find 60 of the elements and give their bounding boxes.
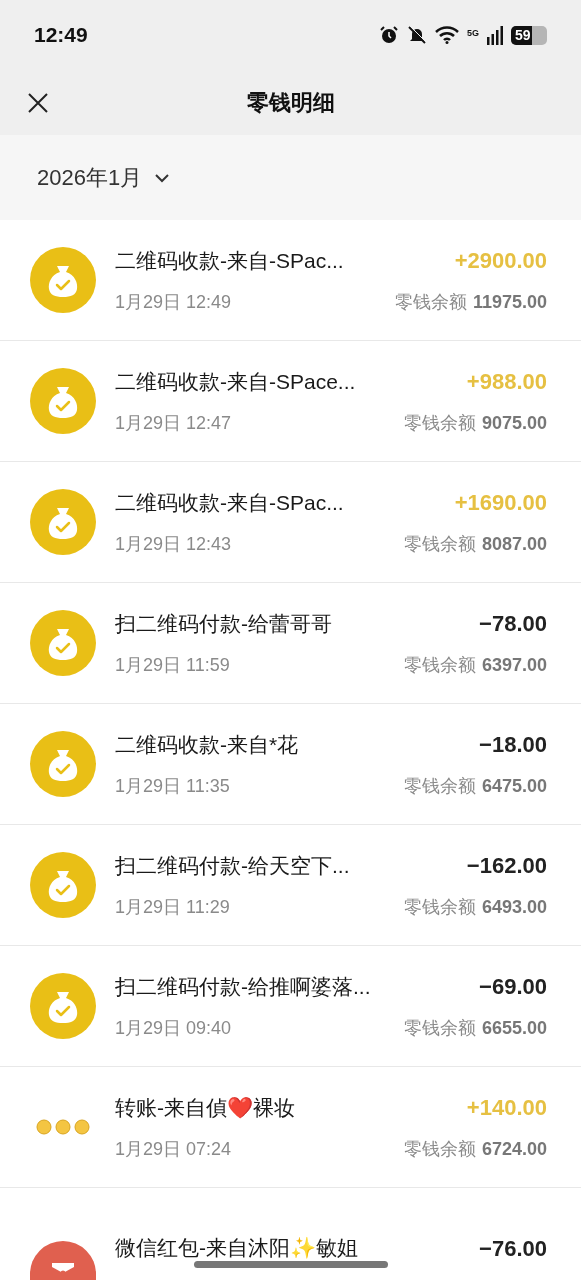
balance-label: 零钱余额 [403,1138,476,1161]
transaction-amount: −69.00 [479,973,547,1001]
battery-indicator: 59 [511,25,547,45]
month-dropdown[interactable]: 2026年1月 [37,161,171,194]
transaction-amount: +1690.00 [454,489,547,517]
transaction-time: 1月29日 12:49 [115,291,232,314]
transaction-time: 1月29日 11:35 [115,775,230,798]
close-icon [26,90,50,115]
muted-bell-icon [407,25,427,45]
transaction-time: 1月29日 11:29 [115,896,230,919]
balance-label: 零钱余额 [403,533,476,556]
chevron-down-icon [154,172,171,183]
transaction-time: 1月29日 12:43 [115,533,232,556]
transaction-amount: −18.00 [479,731,547,759]
transaction-title: 二维码收款-来自-SPace... [115,368,356,395]
transaction-time: 1月29日 12:47 [115,412,232,435]
wifi-icon [435,26,459,44]
transaction-amount: +140.00 [466,1094,547,1122]
transaction-title: 扫二维码付款-给蕾哥哥 [115,610,332,637]
balance-label: 零钱余额 [403,1017,476,1040]
signal-icon [487,25,503,45]
transaction-title: 扫二维码付款-给推啊婆落... [115,973,371,1000]
balance-label: 零钱余额 [403,896,476,919]
balance-value: 6493.00 [481,896,547,919]
balance-label: 零钱余额 [403,775,476,798]
transaction-title: 二维码收款-来自-SPac... [115,247,344,274]
transaction-title: 二维码收款-来自*花 [115,731,299,758]
balance-label: 零钱余额 [403,412,476,435]
balance-value: 8087.00 [481,533,547,556]
transaction-title: 扫二维码付款-给天空下... [115,852,350,879]
transaction-title: 二维码收款-来自-SPac... [115,489,344,516]
transaction-time: 1月29日 11:59 [115,654,230,677]
transaction-time: 1月29日 09:40 [115,1017,232,1040]
transaction-amount: +2900.00 [454,247,547,275]
transaction-time: 1月29日 07:24 [115,1138,232,1161]
money-bag-icon [30,852,96,918]
transaction-amount: −78.00 [479,610,547,638]
network-label: 5G [467,27,479,40]
balance-value: 9075.00 [481,412,547,435]
money-bag-icon [30,247,96,313]
balance-label: 零钱余额 [403,654,476,677]
transaction-title: 转账-来自偵❤裸妆 [115,1094,295,1121]
balance-value: 6475.00 [481,775,547,798]
transaction-amount: +988.00 [466,368,547,396]
transaction-title: 微信红包-来自沐阳✨敏姐 [115,1235,358,1262]
balance-value: 6397.00 [481,654,547,677]
money-bag-icon [30,368,96,434]
alarm-icon [379,25,399,45]
page-title: 零钱明细 [246,89,335,117]
balance-value: 6655.00 [481,1017,547,1040]
money-bag-icon [30,489,96,555]
money-bag-icon [30,731,96,797]
balance-value: 11975.00 [472,291,547,314]
transaction-amount: −76.00 [479,1234,547,1263]
status-time: 12:49 [34,22,88,49]
transaction-amount: −162.00 [466,852,547,880]
money-bag-icon [30,973,96,1039]
balance-label: 零钱余额 [394,291,467,314]
money-bag-icon [30,610,96,676]
balance-value: 6724.00 [481,1138,547,1161]
